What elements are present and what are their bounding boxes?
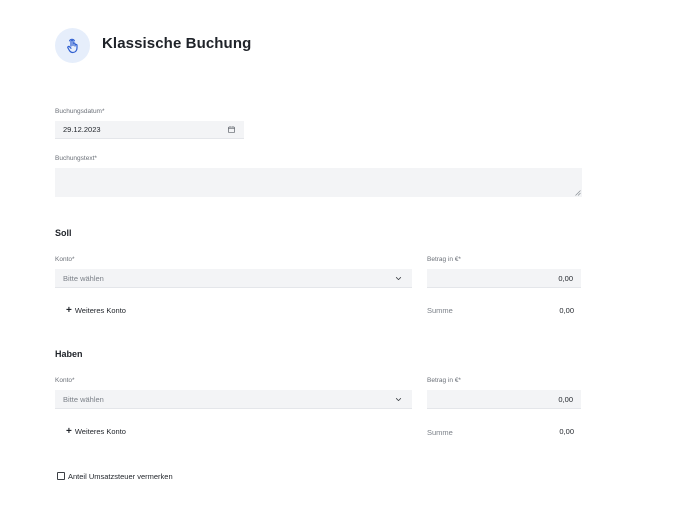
resize-handle-icon[interactable] [575, 190, 581, 196]
page-title: Klassische Buchung [102, 35, 252, 52]
soll-account-label: Konto* [55, 256, 75, 263]
soll-amount-label: Betrag in €* [427, 256, 461, 263]
haben-account-select[interactable]: Bitte wählen [55, 390, 412, 409]
soll-account-placeholder: Bitte wählen [63, 273, 104, 283]
soll-sum-label: Summe [427, 306, 453, 315]
vat-checkbox[interactable] [57, 472, 65, 480]
soll-sum-value: 0,00 [559, 306, 574, 315]
booking-date-value: 29.12.2023 [63, 125, 101, 134]
booking-date-field[interactable]: 29.12.2023 [55, 121, 244, 139]
plus-icon: + [66, 305, 72, 316]
haben-amount-value: 0,00 [558, 394, 573, 404]
soll-amount-input[interactable]: 0,00 [427, 269, 581, 288]
calendar-icon[interactable] [228, 126, 235, 133]
soll-amount-value: 0,00 [558, 273, 573, 283]
soll-add-account-label: Weiteres Konto [74, 306, 126, 315]
soll-add-account-button[interactable]: + Weiteres Konto [66, 305, 126, 316]
header-icon-badge [55, 28, 90, 63]
hand-pointer-icon [66, 38, 78, 53]
booking-text-input[interactable] [55, 168, 582, 197]
vat-checkbox-label[interactable]: Anteil Umsatzsteuer vermerken [68, 472, 173, 481]
plus-icon: + [66, 426, 72, 437]
haben-amount-label: Betrag in €* [427, 377, 461, 384]
haben-account-label: Konto* [55, 377, 75, 384]
haben-section-title: Haben [55, 349, 83, 359]
haben-add-account-button[interactable]: + Weiteres Konto [66, 426, 126, 437]
haben-sum-value: 0,00 [559, 427, 574, 436]
haben-add-account-label: Weiteres Konto [74, 427, 126, 436]
soll-account-select[interactable]: Bitte wählen [55, 269, 412, 288]
chevron-down-icon [395, 398, 402, 402]
soll-section-title: Soll [55, 228, 72, 238]
haben-amount-input[interactable]: 0,00 [427, 390, 581, 409]
booking-date-label: Buchungsdatum* [55, 108, 105, 115]
booking-text-label: Buchungstext* [55, 155, 97, 162]
haben-sum-label: Summe [427, 428, 453, 437]
chevron-down-icon [395, 277, 402, 281]
haben-account-placeholder: Bitte wählen [63, 394, 104, 404]
